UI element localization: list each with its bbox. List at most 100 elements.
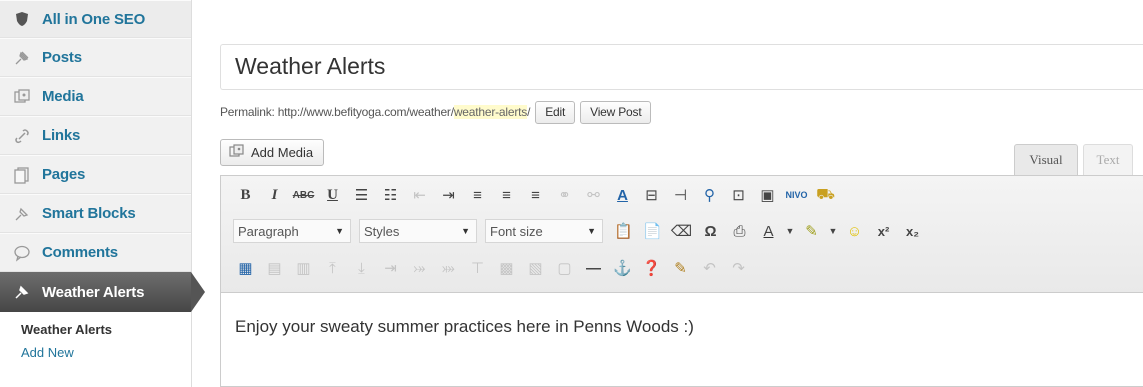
post-title-value: Weather Alerts — [235, 53, 386, 79]
post-editor: B I ABC U ☰ ☷ ⇤ ⇥ ≡ ≡ ≡ ⚭ ⚯ A ⊟ ⊣ ⚲ ⊡ ▣ … — [220, 175, 1143, 387]
format-select-value: Paragraph — [238, 223, 299, 239]
sidebar-item-comments[interactable]: Comments — [0, 233, 191, 272]
sidebar-item-label: Weather Alerts — [42, 283, 145, 301]
insert-link-icon[interactable]: ⚭ — [552, 183, 577, 207]
fullscreen-icon[interactable]: ⊡ — [726, 183, 751, 207]
chevron-down-icon: ▼ — [335, 226, 344, 236]
bullet-list-icon[interactable]: ☰ — [349, 183, 374, 207]
emoticon-icon[interactable]: ☺ — [842, 219, 867, 243]
edit-table-icon[interactable]: ▦ — [233, 256, 258, 280]
pin-icon — [12, 204, 32, 224]
sidebar-item-label: Smart Blocks — [42, 205, 136, 222]
cell-properties-icon[interactable]: ▥ — [291, 256, 316, 280]
delete-col-icon[interactable]: ⊤ — [465, 256, 490, 280]
sidebar-item-label: Links — [42, 127, 81, 144]
align-center-icon[interactable]: ≡ — [494, 183, 519, 207]
undo-icon[interactable]: ↶ — [697, 256, 722, 280]
post-title-field[interactable]: Weather Alerts — [220, 44, 1143, 90]
styles-select-value: Styles — [364, 223, 400, 239]
print-icon[interactable]: ⎙ — [727, 219, 752, 243]
sidebar-item-posts[interactable]: Posts — [0, 38, 191, 77]
sidebar-item-pages[interactable]: Pages — [0, 155, 191, 194]
add-media-label: Add Media — [251, 145, 314, 160]
text-color-icon[interactable]: A — [756, 219, 781, 243]
insert-row-after-icon[interactable]: ⤓ — [349, 256, 374, 280]
toolbar-row-3: ▦ ▤ ▥ ⤒ ⤓ ⇥ ⤖ ⤗ ⊤ ▩ ▧ ▢ — ⚓ ❓ ✎ ↶ ↷ — [233, 253, 755, 283]
format-select[interactable]: Paragraph ▼ — [233, 219, 351, 243]
edit-image-icon[interactable]: ✎ — [668, 256, 693, 280]
unlink-icon[interactable]: ⚯ — [581, 183, 606, 207]
view-post-button[interactable]: View Post — [580, 100, 652, 124]
highlight-color-icon[interactable]: ✎ — [799, 219, 824, 243]
toolbar-row-2: Paragraph ▼ Styles ▼ Font size ▼ 📋 📄 ⌫ Ω… — [233, 216, 929, 246]
sidebar-item-all-in-one-seo[interactable]: All in One SEO — [0, 0, 191, 38]
align-left-icon[interactable]: ≡ — [465, 183, 490, 207]
insert-col-before-icon[interactable]: ⤖ — [407, 256, 432, 280]
special-character-icon[interactable]: Ω — [698, 219, 723, 243]
insert-col-after-icon[interactable]: ⤗ — [436, 256, 461, 280]
tab-visual[interactable]: Visual — [1014, 144, 1078, 175]
sidebar-item-label: All in One SEO — [42, 10, 146, 28]
indent-icon[interactable]: ⇥ — [436, 183, 461, 207]
bold-icon[interactable]: B — [233, 183, 258, 207]
merge-cells-icon[interactable]: ▧ — [523, 256, 548, 280]
permalink-base: http://www.befityoga.com/weather/ — [277, 105, 454, 119]
paste-word-icon[interactable]: 📄 — [640, 219, 665, 243]
permalink-trailing: / — [527, 105, 531, 119]
sidebar-item-weather-alerts[interactable]: Weather Alerts — [0, 272, 205, 312]
sidebar-item-media[interactable]: Media — [0, 77, 191, 116]
delete-row-icon[interactable]: ⇥ — [378, 256, 403, 280]
insert-more-icon[interactable]: ⊟ — [639, 183, 664, 207]
insert-row-before-icon[interactable]: ⤒ — [320, 256, 345, 280]
subscript-icon[interactable]: x₂ — [900, 219, 925, 243]
sidebar-item-smart-blocks[interactable]: Smart Blocks — [0, 194, 191, 233]
styles-select[interactable]: Styles ▼ — [359, 219, 477, 243]
edit-permalink-button[interactable]: Edit — [535, 100, 576, 124]
editor-content[interactable]: Enjoy your sweaty summer practices here … — [235, 317, 694, 337]
strikethrough-icon[interactable]: ABC — [291, 183, 316, 207]
submenu-item-add-new[interactable]: Add New — [21, 345, 191, 360]
fontsize-select-value: Font size — [490, 223, 543, 239]
media-icon — [229, 144, 245, 161]
paste-text-icon[interactable]: 📋 — [611, 219, 636, 243]
insert-image-icon[interactable]: ▣ — [755, 183, 780, 207]
add-media-button[interactable]: Add Media — [220, 139, 325, 166]
chevron-down-icon: ▼ — [461, 226, 470, 236]
anchor-icon[interactable]: ⚓ — [610, 256, 635, 280]
split-cells-icon[interactable]: ▩ — [494, 256, 519, 280]
submenu-item-weather-alerts[interactable]: Weather Alerts — [21, 322, 191, 337]
outdent-icon[interactable]: ⇤ — [407, 183, 432, 207]
pin-icon — [12, 282, 32, 302]
align-right-icon[interactable]: ≡ — [523, 183, 548, 207]
find-replace-icon[interactable]: ⚲ — [697, 183, 722, 207]
spellcheck-icon[interactable]: A — [610, 183, 635, 207]
permalink-row: Permalink: http://www.befityoga.com/weat… — [220, 99, 652, 125]
superscript-icon[interactable]: x² — [871, 219, 896, 243]
tab-text[interactable]: Text — [1083, 144, 1133, 175]
table-icon[interactable]: ▢ — [552, 256, 577, 280]
fontsize-select[interactable]: Font size ▼ — [485, 219, 603, 243]
redo-icon[interactable]: ↷ — [726, 256, 751, 280]
row-properties-icon[interactable]: ▤ — [262, 256, 287, 280]
nivo-slider-icon[interactable]: NIVO — [784, 183, 809, 207]
help-icon[interactable]: ❓ — [639, 256, 664, 280]
numbered-list-icon[interactable]: ☷ — [378, 183, 403, 207]
sidebar-item-label: Media — [42, 88, 84, 105]
underline-icon[interactable]: U — [320, 183, 345, 207]
link-icon — [12, 126, 32, 146]
cart-icon[interactable]: ⛟ — [813, 183, 838, 207]
pin-icon — [12, 48, 32, 68]
italic-icon[interactable]: I — [262, 183, 287, 207]
permalink-label: Permalink: — [220, 105, 275, 119]
toolbar-row-1: B I ABC U ☰ ☷ ⇤ ⇥ ≡ ≡ ≡ ⚭ ⚯ A ⊟ ⊣ ⚲ ⊡ ▣ … — [233, 180, 842, 210]
shield-icon — [12, 9, 32, 29]
page-break-icon[interactable]: ⊣ — [668, 183, 693, 207]
chevron-down-icon[interactable]: ▼ — [828, 219, 838, 243]
clear-formatting-icon[interactable]: ⌫ — [669, 219, 694, 243]
chevron-down-icon[interactable]: ▼ — [785, 219, 795, 243]
horizontal-rule-icon[interactable]: — — [581, 256, 606, 280]
permalink-slug[interactable]: weather-alerts — [453, 105, 527, 119]
media-icon — [12, 87, 32, 107]
sidebar-item-label: Comments — [42, 244, 118, 261]
sidebar-item-links[interactable]: Links — [0, 116, 191, 155]
